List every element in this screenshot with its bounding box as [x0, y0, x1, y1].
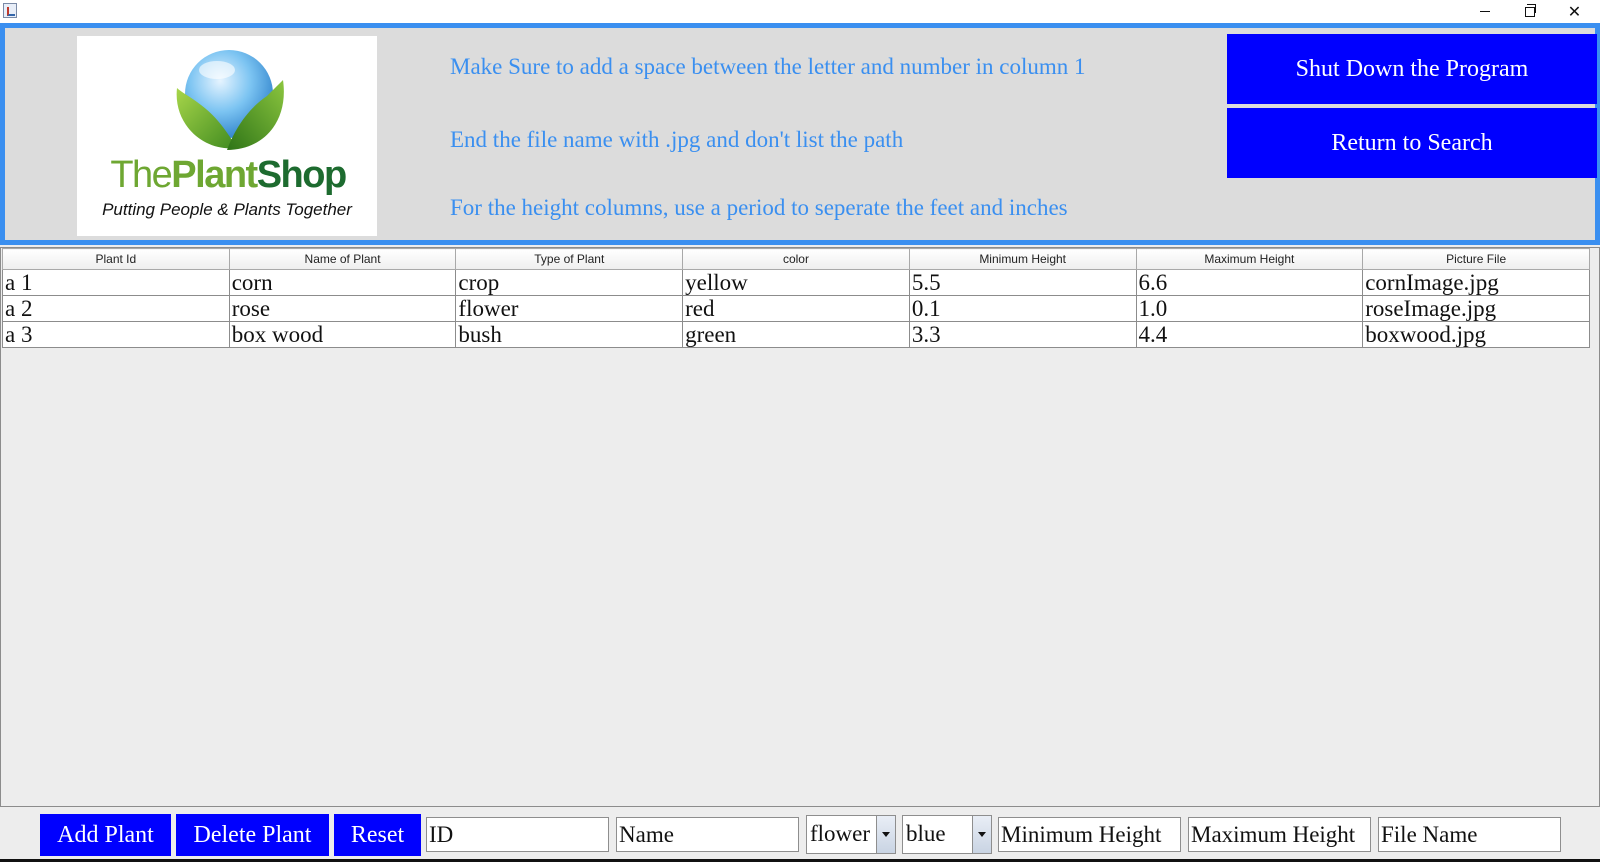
- delete-plant-button[interactable]: Delete Plant: [176, 814, 329, 856]
- table-cell[interactable]: corn: [228, 269, 457, 296]
- table-header-row: Plant Id Name of Plant Type of Plant col…: [2, 248, 1590, 270]
- table-cell[interactable]: 0.1: [908, 295, 1137, 322]
- minimum-height-input[interactable]: [998, 817, 1181, 852]
- chevron-down-icon[interactable]: [972, 816, 991, 853]
- table-cell[interactable]: 1.0: [1135, 295, 1364, 322]
- table-cell[interactable]: rose: [228, 295, 457, 322]
- return-to-search-button[interactable]: Return to Search: [1227, 108, 1597, 178]
- table-cell[interactable]: 6.6: [1135, 269, 1364, 296]
- column-header-picture-file[interactable]: Picture File: [1362, 248, 1590, 270]
- table-cell[interactable]: a 1: [2, 269, 230, 296]
- name-input[interactable]: [616, 817, 799, 852]
- leaf-globe-icon: [176, 50, 284, 150]
- close-icon: ✕: [1567, 2, 1582, 21]
- logo-word-the: The: [110, 154, 172, 196]
- column-header-plant-id[interactable]: Plant Id: [2, 248, 230, 270]
- table-row[interactable]: a 3 box wood bush green 3.3 4.4 boxwood.…: [2, 321, 1590, 348]
- table-cell[interactable]: a 2: [2, 295, 230, 322]
- table-cell[interactable]: 3.3: [908, 321, 1137, 348]
- restore-button[interactable]: [1507, 0, 1552, 23]
- table-cell[interactable]: green: [682, 321, 910, 348]
- table-cell[interactable]: yellow: [682, 269, 910, 296]
- table-cell[interactable]: a 3: [2, 321, 230, 348]
- id-input[interactable]: [426, 817, 609, 852]
- plant-color-selected-value: blue: [906, 821, 946, 846]
- add-plant-button[interactable]: Add Plant: [40, 814, 171, 856]
- table-cell[interactable]: 4.4: [1135, 321, 1364, 348]
- table-cell[interactable]: crop: [455, 269, 684, 296]
- column-header-color[interactable]: color: [682, 248, 910, 270]
- plant-color-select[interactable]: blue: [902, 815, 992, 854]
- plant-type-selected-value: flower: [810, 821, 871, 846]
- instruction-file-name: End the file name with .jpg and don't li…: [450, 127, 904, 152]
- maximum-height-input[interactable]: [1188, 817, 1371, 852]
- minimize-button[interactable]: [1462, 0, 1507, 23]
- column-header-type[interactable]: Type of Plant: [455, 248, 684, 270]
- plants-table-scrollpane[interactable]: Plant Id Name of Plant Type of Plant col…: [0, 247, 1600, 807]
- restore-icon: [1524, 3, 1536, 17]
- plant-entry-form: Add Plant Delete Plant Reset flower blue: [0, 807, 1600, 862]
- table-cell[interactable]: box wood: [228, 321, 457, 348]
- file-name-input[interactable]: [1378, 817, 1561, 852]
- table-row[interactable]: a 1 corn crop yellow 5.5 6.6 cornImage.j…: [2, 269, 1590, 296]
- instruction-height: For the height columns, use a period to …: [450, 195, 1068, 220]
- table-cell[interactable]: flower: [455, 295, 684, 322]
- logo-word-plant: Plant: [171, 154, 258, 196]
- logo-wordmark: ThePlantShop: [87, 154, 369, 196]
- logo-word-shop: Shop: [256, 154, 347, 196]
- reset-button[interactable]: Reset: [334, 814, 421, 856]
- shutdown-button[interactable]: Shut Down the Program: [1227, 34, 1597, 104]
- plants-table[interactable]: Plant Id Name of Plant Type of Plant col…: [2, 248, 1590, 348]
- table-cell[interactable]: roseImage.jpg: [1362, 295, 1590, 322]
- table-cell[interactable]: 5.5: [908, 269, 1137, 296]
- chevron-down-icon[interactable]: [876, 816, 895, 853]
- table-cell[interactable]: boxwood.jpg: [1362, 321, 1590, 348]
- table-cell[interactable]: cornImage.jpg: [1362, 269, 1590, 296]
- table-cell[interactable]: red: [682, 295, 910, 322]
- column-header-min-height[interactable]: Minimum Height: [908, 248, 1137, 270]
- column-header-name[interactable]: Name of Plant: [228, 248, 457, 270]
- minimize-icon: [1479, 11, 1490, 12]
- plant-shop-logo: ThePlantShop Putting People & Plants Tog…: [77, 36, 377, 236]
- instruction-plant-id: Make Sure to add a space between the let…: [450, 54, 1086, 79]
- java-app-icon: [3, 3, 17, 18]
- close-button[interactable]: ✕: [1552, 0, 1597, 23]
- logo-tagline: Putting People & Plants Together: [102, 200, 352, 219]
- info-panel: ThePlantShop Putting People & Plants Tog…: [0, 23, 1600, 245]
- plant-type-select[interactable]: flower: [806, 815, 896, 854]
- column-header-max-height[interactable]: Maximum Height: [1135, 248, 1364, 270]
- window-titlebar: ✕: [0, 0, 1600, 23]
- table-row[interactable]: a 2 rose flower red 0.1 1.0 roseImage.jp…: [2, 295, 1590, 322]
- table-cell[interactable]: bush: [455, 321, 684, 348]
